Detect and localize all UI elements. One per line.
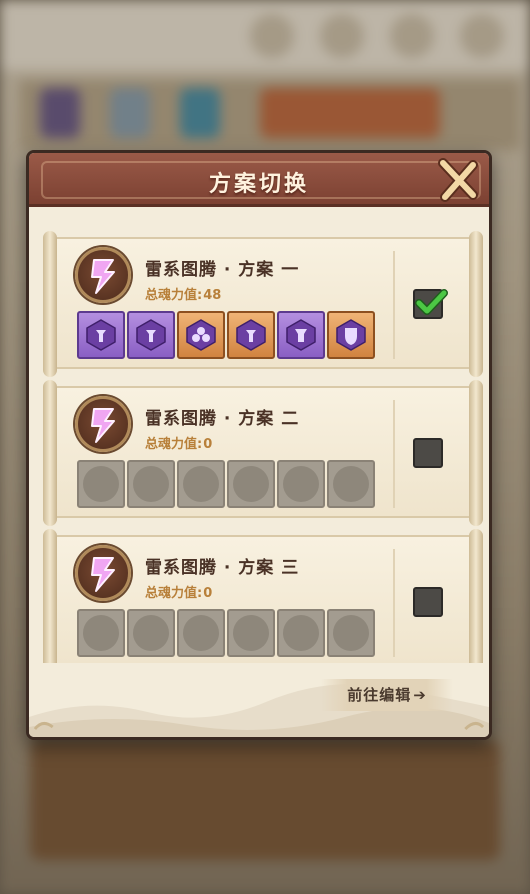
scheme-title: 雷系图腾 · 方案 三 — [145, 558, 300, 578]
lightning-bolt-icon — [91, 259, 115, 294]
scheme-power: 总魂力值:0 — [145, 586, 213, 601]
scheme-power-value: 0 — [203, 437, 213, 452]
scheme-emblem — [75, 396, 131, 452]
rune-slot[interactable] — [127, 311, 175, 359]
scheme-list[interactable]: 雷系图腾 · 方案 一 总魂力值:48 雷系图腾 · 方案 二 总魂力值:0 雷… — [29, 210, 489, 663]
scheme-title: 雷系图腾 · 方案 二 — [145, 409, 300, 429]
dialog-header: 方案切换 — [29, 153, 489, 207]
rune-hexagon-icon — [86, 319, 116, 351]
goto-edit-button[interactable]: 前往编辑 ➔ — [321, 679, 453, 711]
scheme-card-2[interactable]: 雷系图腾 · 方案 二 总魂力值:0 — [43, 380, 483, 526]
lightning-bolt-icon — [91, 408, 115, 443]
scheme-emblem — [75, 545, 131, 601]
empty-rune-slot[interactable] — [127, 460, 175, 508]
rune-slot[interactable] — [327, 311, 375, 359]
scheme-power-value: 48 — [203, 288, 222, 303]
select-checkbox[interactable] — [413, 438, 443, 468]
close-button[interactable] — [433, 155, 483, 205]
rune-hexagon-icon — [236, 319, 266, 351]
empty-rune-slot[interactable] — [227, 460, 275, 508]
rune-slot[interactable] — [77, 311, 125, 359]
rune-slots — [77, 460, 375, 508]
empty-rune-slot[interactable] — [77, 609, 125, 657]
checkmark-icon — [415, 289, 448, 315]
select-checkbox[interactable] — [413, 587, 443, 617]
empty-rune-slot[interactable] — [227, 609, 275, 657]
rune-slot[interactable] — [177, 311, 225, 359]
scheme-card-1[interactable]: 雷系图腾 · 方案 一 总魂力值:48 — [43, 231, 483, 377]
rune-slot[interactable] — [227, 311, 275, 359]
scheme-title: 雷系图腾 · 方案 一 — [145, 260, 300, 280]
rune-clover-icon — [186, 319, 216, 351]
empty-rune-slot[interactable] — [177, 460, 225, 508]
arrow-right-icon: ➔ — [413, 686, 427, 704]
close-x-icon — [438, 158, 478, 202]
empty-rune-slot[interactable] — [177, 609, 225, 657]
dialog-title: 方案切换 — [208, 172, 309, 197]
empty-rune-slot[interactable] — [327, 609, 375, 657]
scheme-power: 总魂力值:48 — [145, 288, 222, 303]
rune-slots — [77, 311, 375, 359]
rune-slot[interactable] — [277, 311, 325, 359]
scheme-power: 总魂力值:0 — [145, 437, 213, 452]
empty-rune-slot[interactable] — [127, 609, 175, 657]
scheme-switch-dialog: 方案切换 雷系图腾 · 方案 一 总魂力值:48 雷系图腾 · 方案 二 总魂力… — [26, 150, 492, 740]
rune-shield-icon — [336, 319, 366, 351]
empty-rune-slot[interactable] — [327, 460, 375, 508]
rune-slots — [77, 609, 375, 657]
scheme-card-3[interactable]: 雷系图腾 · 方案 三 总魂力值:0 — [43, 529, 483, 663]
lightning-bolt-icon — [91, 557, 115, 592]
select-checkbox[interactable] — [413, 289, 448, 319]
scheme-power-value: 0 — [203, 586, 213, 601]
rune-hexagon-icon — [286, 319, 316, 351]
empty-rune-slot[interactable] — [277, 460, 325, 508]
empty-rune-slot[interactable] — [77, 460, 125, 508]
empty-rune-slot[interactable] — [277, 609, 325, 657]
scheme-emblem — [75, 247, 131, 303]
rune-hexagon-icon — [136, 319, 166, 351]
